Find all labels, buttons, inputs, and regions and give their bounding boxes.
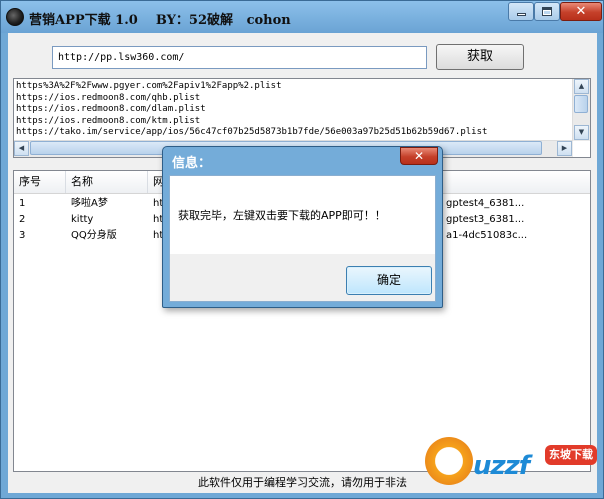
column-header-name[interactable]: 名称 [66, 171, 148, 193]
scroll-down-icon[interactable]: ▼ [574, 125, 589, 140]
close-button[interactable]: ✕ [560, 2, 602, 21]
url-input[interactable]: http://pp.lsw360.com/ [52, 46, 427, 69]
dialog-body: 获取完毕，左键双击要下载的APP即可！！ 确定 [169, 175, 436, 302]
scroll-up-icon[interactable]: ▲ [574, 79, 589, 94]
scroll-left-icon[interactable]: ◀ [14, 141, 29, 156]
cell-url-tail: gptest3_6381... [446, 214, 525, 225]
fetch-button[interactable]: 获取 [436, 44, 524, 70]
cell-index: 2 [19, 214, 26, 225]
maximize-button[interactable] [534, 2, 560, 21]
info-dialog: 信息： ✕ 获取完毕，左键双击要下载的APP即可！！ 确定 [162, 146, 443, 308]
app-icon [6, 8, 24, 26]
dialog-close-button[interactable]: ✕ [400, 147, 438, 165]
cell-url-tail: a1-4dc51083c... [446, 230, 528, 241]
maximize-icon [542, 7, 552, 16]
cell-index: 1 [19, 198, 26, 209]
vertical-scrollbar[interactable]: ▲ ▼ [572, 79, 590, 141]
list-item[interactable]: https://ios.redmoon8.com/ktm.plist [16, 116, 571, 128]
cell-name: 哆啦A梦 [71, 198, 108, 209]
dialog-title: 信息： [172, 156, 212, 171]
dialog-message: 获取完毕，左键双击要下载的APP即可！！ [178, 209, 386, 222]
minimize-button[interactable] [508, 2, 534, 21]
list-item[interactable]: https://ios.redmoon8.com/qhb.plist [16, 93, 571, 105]
cell-url-tail: gptest4_6381... [446, 198, 525, 209]
list-item[interactable]: https://tako.im/service/app/ios/56c47cf0… [16, 127, 571, 139]
link-lines: https%3A%2F%2Fwww.pgyer.com%2Fapiv1%2Fap… [16, 81, 571, 141]
title-bar[interactable]: 营销APP下载 1.0 BY：52破解 cohon ✕ [1, 1, 603, 33]
minimize-icon [516, 13, 526, 16]
scroll-right-icon[interactable]: ▶ [557, 141, 572, 156]
cell-name: QQ分身版 [71, 230, 117, 241]
close-icon: ✕ [575, 4, 587, 19]
cell-name: kitty [71, 214, 94, 225]
dialog-message-area: 获取完毕，左键双击要下载的APP即可！！ [170, 176, 435, 254]
main-window: 营销APP下载 1.0 BY：52破解 cohon ✕ http://pp.ls… [0, 0, 604, 499]
site-watermark: uzzf 东坡下载 [423, 437, 599, 495]
ok-button[interactable]: 确定 [346, 266, 432, 295]
list-item[interactable]: https%3A%2F%2Fwww.pgyer.com%2Fapiv1%2Fap… [16, 81, 571, 93]
window-title: 营销APP下载 1.0 BY：52破解 cohon [29, 13, 291, 28]
watermark-logo [425, 437, 473, 485]
vertical-scroll-thumb[interactable] [574, 95, 588, 113]
column-header-index[interactable]: 序号 [14, 171, 66, 193]
watermark-site-tag: 东坡下载 [545, 445, 597, 465]
list-item[interactable]: https://ios.redmoon8.com/dlam.plist [16, 104, 571, 116]
cell-index: 3 [19, 230, 26, 241]
close-icon: ✕ [413, 149, 425, 163]
watermark-logo-text: uzzf [473, 451, 530, 481]
